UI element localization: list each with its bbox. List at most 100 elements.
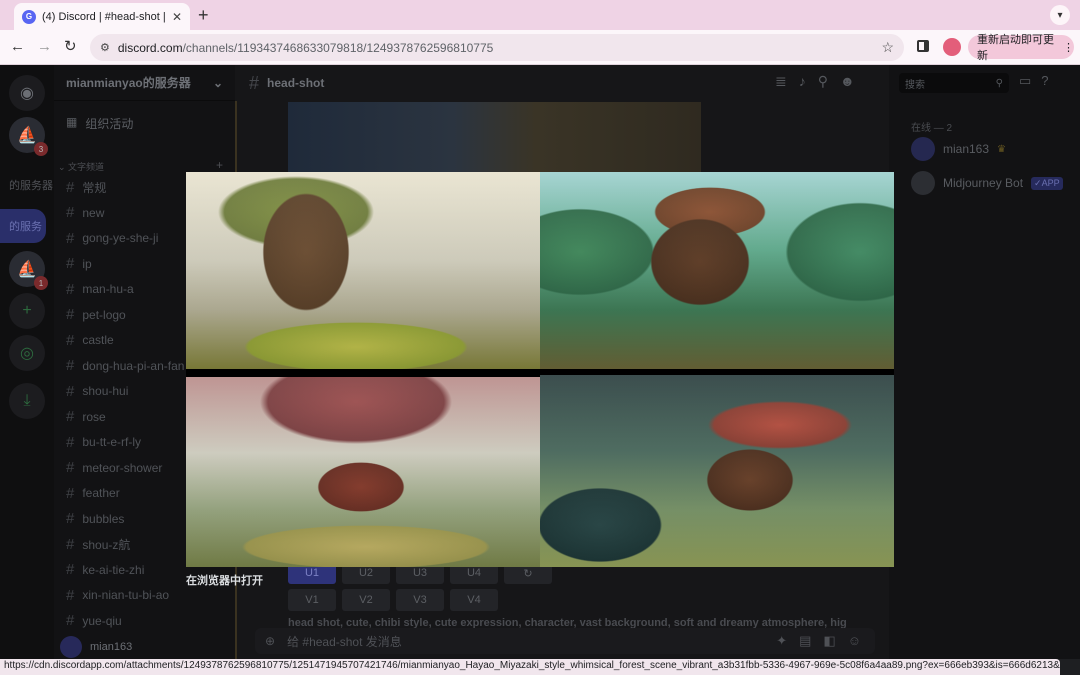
channel-label: castle xyxy=(82,333,114,347)
channel-label: pet-logo xyxy=(82,307,126,322)
image-tile-3 xyxy=(186,377,540,567)
upscale-variation-button[interactable]: V1 xyxy=(288,589,336,611)
channel-item[interactable]: # ip xyxy=(66,254,92,274)
pin-icon[interactable]: ⚲ xyxy=(818,73,828,90)
back-arrow-icon[interactable]: ← xyxy=(10,38,25,56)
emoji-icon[interactable]: ☺ xyxy=(848,633,861,649)
search-input[interactable]: 搜索 ⚲ xyxy=(899,73,1009,93)
add-channel-icon[interactable]: + xyxy=(216,158,223,172)
composer-placeholder: 给 #head-shot 发消息 xyxy=(287,634,402,649)
channel-item[interactable]: # gong-ye-she-ji xyxy=(66,228,158,248)
channel-item[interactable]: # shou-hui xyxy=(66,381,128,401)
hash-icon: # xyxy=(66,255,75,272)
open-in-browser-link[interactable]: 在浏览器中打开 xyxy=(186,572,263,588)
category-text-channels[interactable]: ⌄ 文字频道 xyxy=(58,160,104,173)
address-bar[interactable]: ⚙ discord.com/channels/11934374686330798… xyxy=(90,34,904,61)
new-tab-button[interactable]: + xyxy=(198,6,209,24)
gif-icon[interactable]: ▤ xyxy=(799,633,811,649)
channel-label: ip xyxy=(82,256,92,271)
events-item[interactable]: ▦ 组织活动 xyxy=(66,115,133,132)
side-panel-icon[interactable] xyxy=(917,40,929,52)
server-name: mianmianyao的服务器 xyxy=(66,76,191,90)
help-icon[interactable]: ? xyxy=(1041,73,1048,89)
channel-item[interactable]: # pet-logo xyxy=(66,305,126,325)
channel-item[interactable]: # feather xyxy=(66,483,120,503)
forward-arrow-icon[interactable]: → xyxy=(37,38,52,56)
channel-label: meteor-shower xyxy=(82,460,163,475)
member-item[interactable]: mian163 ♛ xyxy=(911,137,1006,161)
channel-item[interactable]: # shou-z航 xyxy=(66,534,130,554)
channel-item[interactable]: # xin-nian-tu-bi-ao xyxy=(66,585,169,605)
search-icon: ⚲ xyxy=(995,77,1003,89)
unread-badge: 3 xyxy=(34,142,48,156)
search-placeholder: 搜索 xyxy=(905,79,925,91)
server-icon[interactable]: ⛵ 3 xyxy=(9,117,48,156)
hash-icon: # xyxy=(66,229,75,247)
profile-avatar-icon[interactable] xyxy=(943,38,961,56)
more-menu-icon[interactable]: ⋮ xyxy=(1063,41,1074,54)
channel-label: gong-ye-she-ji xyxy=(82,231,159,245)
server-header[interactable]: mianmianyao的服务器 ⌄ xyxy=(54,65,235,101)
channel-item[interactable]: # dong-hua-pi-an-fan xyxy=(66,356,184,376)
channel-label: bu-tt-e-rf-ly xyxy=(82,435,142,449)
online-heading: 在线 — 2 xyxy=(911,123,953,134)
avatar[interactable] xyxy=(60,636,82,658)
active-server-pill[interactable]: 的服务 xyxy=(0,209,46,243)
channel-item[interactable]: # bubbles xyxy=(66,509,124,529)
channel-label: ke-ai-tie-zhi xyxy=(82,562,145,577)
channel-item[interactable]: # castle xyxy=(66,330,114,350)
hash-icon: # xyxy=(66,204,75,221)
browser-tab[interactable]: G (4) Discord | #head-shot | mi ✕ xyxy=(14,3,190,30)
channel-item[interactable]: # rose xyxy=(66,407,106,427)
url-text: discord.com/channels/1193437468633079818… xyxy=(118,41,874,55)
threads-icon[interactable]: ≣ xyxy=(775,73,787,90)
channel-item[interactable]: # ke-ai-tie-zhi xyxy=(66,560,144,580)
upscale-variation-button[interactable]: V3 xyxy=(396,589,444,611)
message-image[interactable] xyxy=(288,102,701,172)
gift-icon[interactable]: ✦ xyxy=(776,633,787,649)
download-icon[interactable]: ⤓ xyxy=(9,383,45,419)
close-tab-icon[interactable]: ✕ xyxy=(172,10,182,24)
category-label: 文字频道 xyxy=(68,162,105,172)
channel-item[interactable]: # new xyxy=(66,203,104,223)
upscale-variation-button[interactable]: V4 xyxy=(450,589,498,611)
hash-icon: # xyxy=(66,357,75,374)
message-composer[interactable]: ⊕ 给 #head-shot 发消息 ✦ ▤ ◧ ☺ xyxy=(255,628,875,654)
member-name: mian163 xyxy=(943,142,990,156)
image-lightbox[interactable] xyxy=(186,172,894,567)
channel-item[interactable]: # yue-qiu xyxy=(66,611,122,631)
reload-icon[interactable]: ↻ xyxy=(64,38,77,56)
add-attachment-icon[interactable]: ⊕ xyxy=(265,634,275,648)
members-icon[interactable]: ☻ xyxy=(840,73,855,90)
hash-icon: # xyxy=(66,382,75,400)
channel-item[interactable]: # meteor-shower xyxy=(66,458,162,478)
channel-item[interactable]: # man-hu-a xyxy=(66,279,134,299)
inbox-icon[interactable]: ▭ xyxy=(1019,73,1031,89)
sticker-icon[interactable]: ◧ xyxy=(823,633,835,649)
explore-compass-icon[interactable]: ◎ xyxy=(9,335,45,371)
channel-label: xin-nian-tu-bi-ao xyxy=(82,588,170,602)
active-server-label: 的服务 xyxy=(9,221,42,233)
channel-item[interactable]: # bu-tt-e-rf-ly xyxy=(66,432,141,452)
url-path: /channels/1193437468633079818/1249378762… xyxy=(182,40,494,55)
channel-item[interactable]: # 常规 xyxy=(66,177,106,197)
relaunch-update-button[interactable]: 重新启动即可更新 ⋮ xyxy=(968,34,1074,62)
site-settings-icon[interactable]: ⚙ xyxy=(100,41,110,54)
hash-icon: # xyxy=(66,535,75,553)
bell-icon[interactable]: ♪ xyxy=(799,73,806,90)
composer-tools: ✦ ▤ ◧ ☺ xyxy=(776,633,861,649)
upscale-variation-button[interactable]: V2 xyxy=(342,589,390,611)
bookmark-star-icon[interactable]: ☆ xyxy=(881,39,894,56)
channel-label: bubbles xyxy=(82,511,125,526)
add-server-icon[interactable]: + xyxy=(9,293,45,329)
member-item[interactable]: Midjourney Bot ✓APP xyxy=(911,171,1063,195)
channel-label: new xyxy=(82,205,105,220)
hash-icon: # xyxy=(66,280,75,298)
tab-search-icon[interactable]: ▾ xyxy=(1050,5,1070,25)
channel-label: man-hu-a xyxy=(82,282,134,296)
app-badge: ✓APP xyxy=(1031,176,1063,190)
server-icon[interactable]: ⛵ 1 xyxy=(9,251,48,290)
channel-label: feather xyxy=(82,486,120,500)
discord-home-icon[interactable]: ◉ xyxy=(9,75,45,111)
hash-icon: # xyxy=(66,612,75,629)
